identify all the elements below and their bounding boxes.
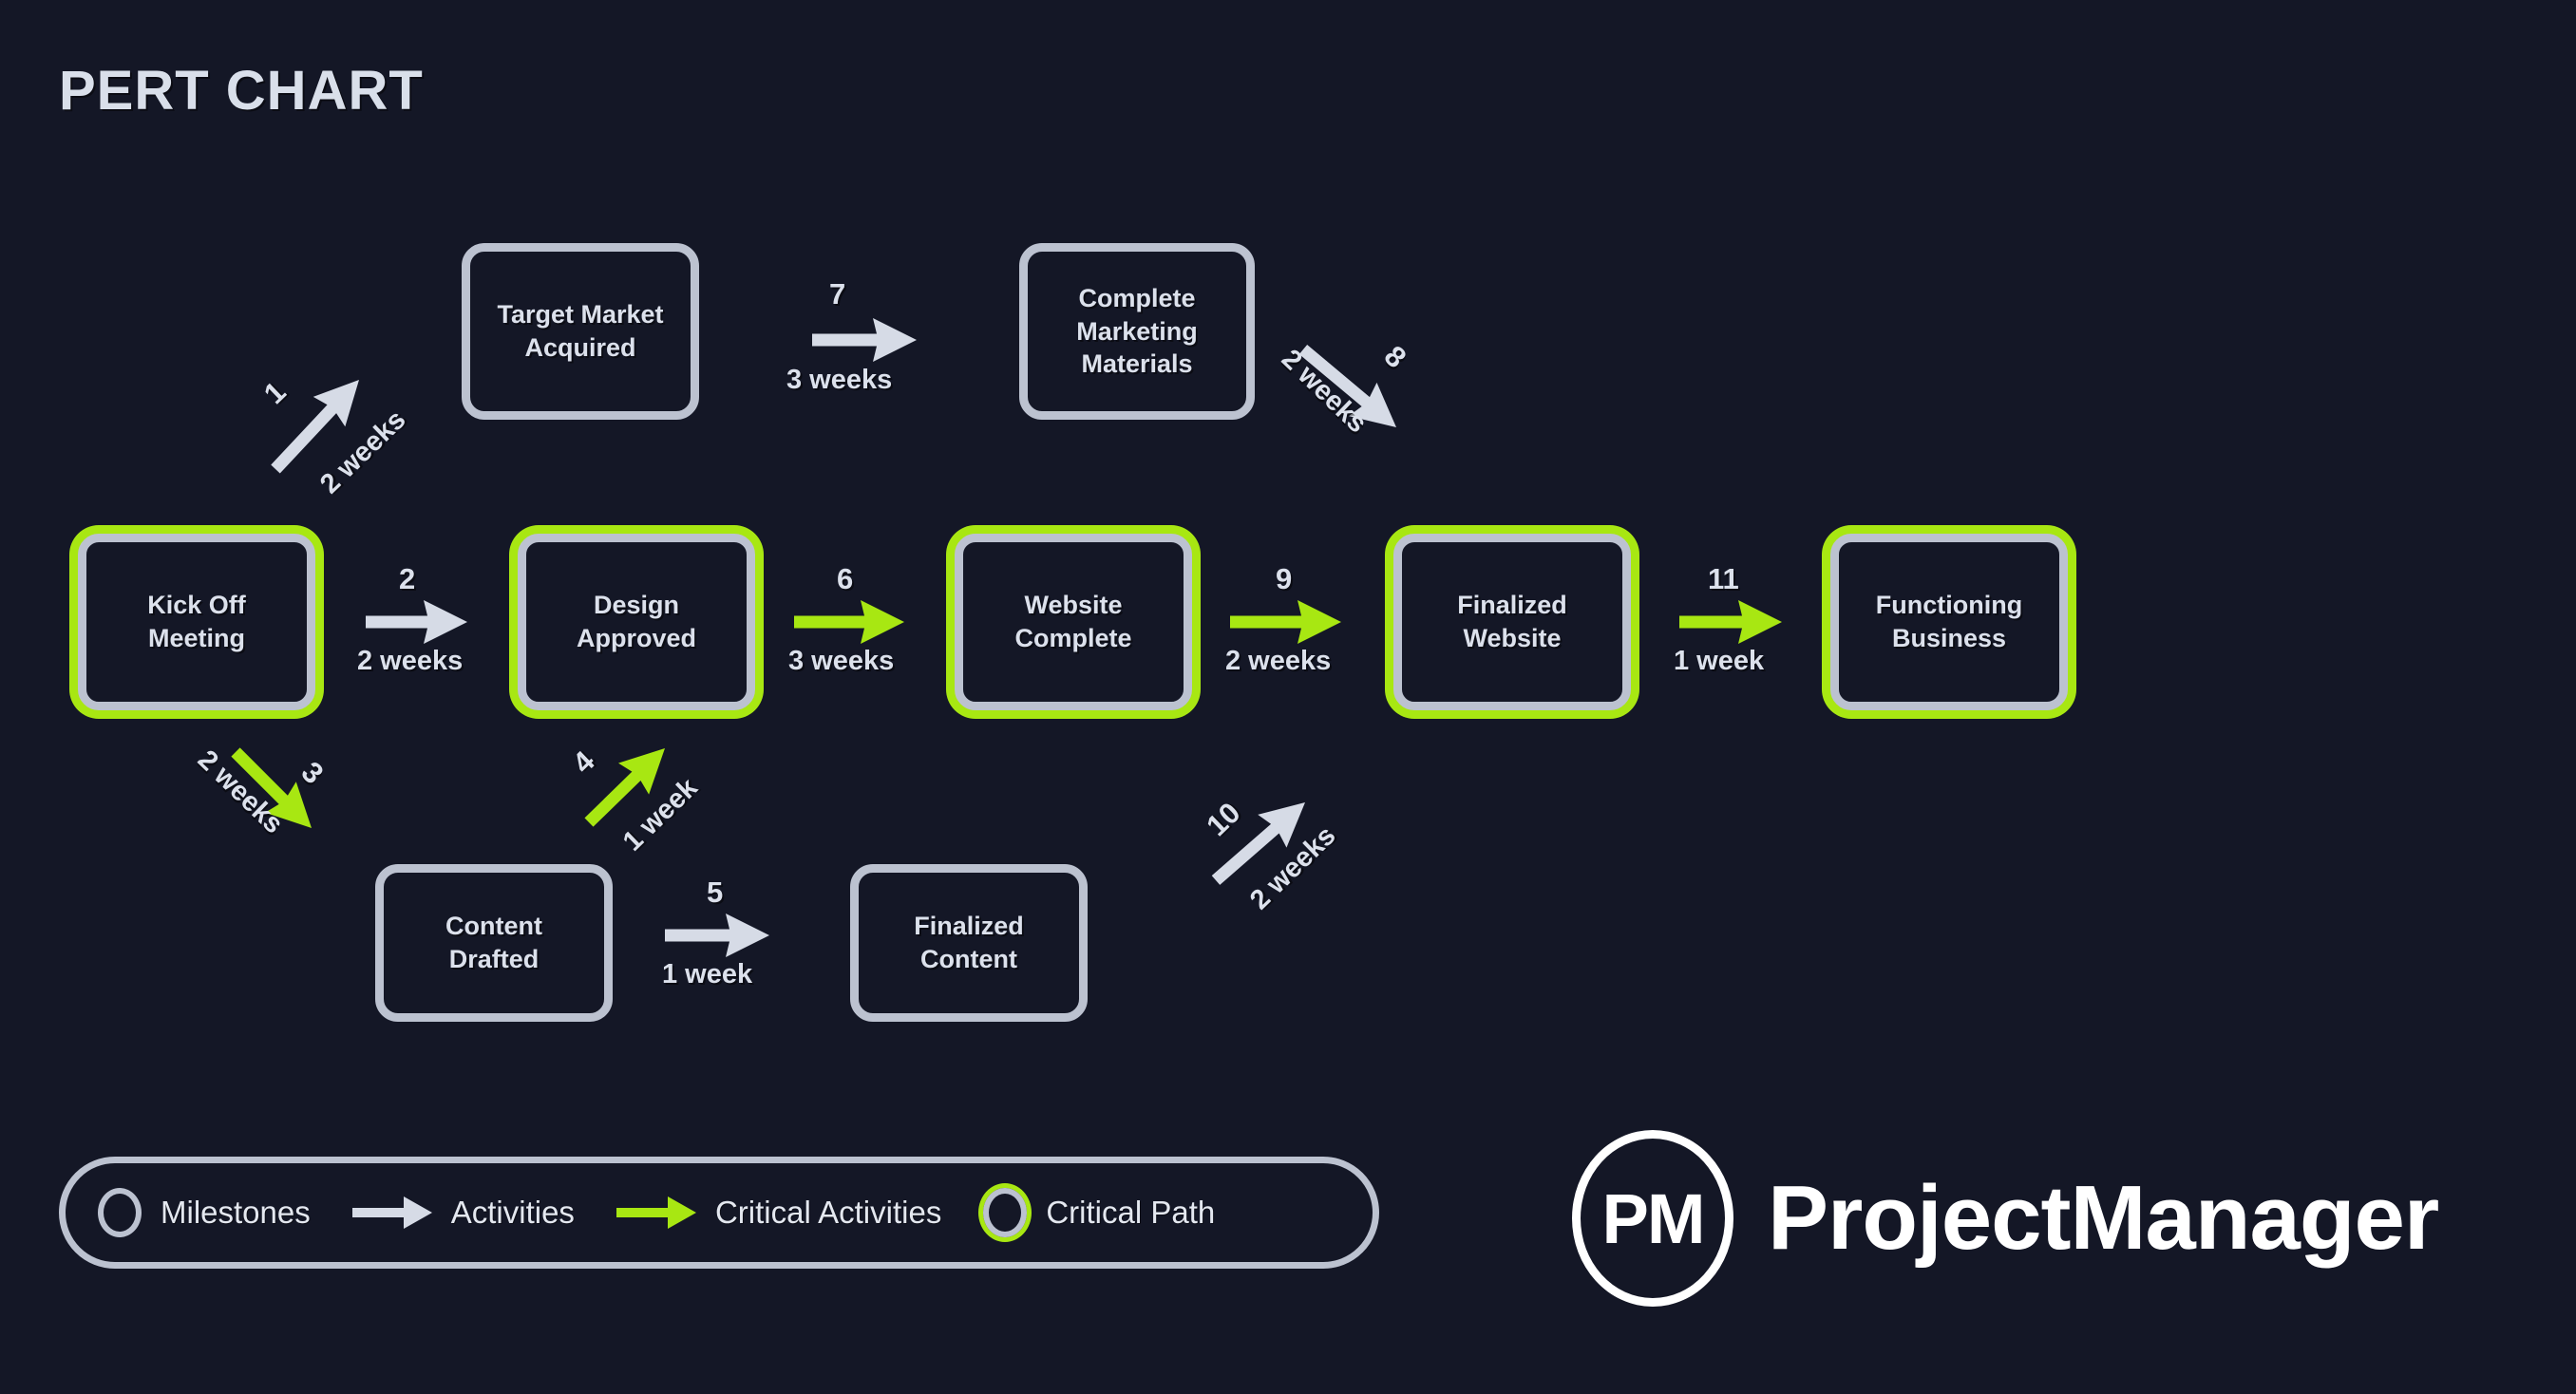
node-label: Finalized Content xyxy=(914,912,1024,973)
node-label: Finalized Website xyxy=(1457,591,1567,652)
arrow-duration-a8: 2 weeks xyxy=(1275,343,1373,440)
node-label: Kick Off Meeting xyxy=(147,591,246,652)
node-finalized-content[interactable]: Finalized Content xyxy=(850,864,1088,1022)
arrow-a6 xyxy=(794,600,904,644)
node-complete-marketing[interactable]: Complete Marketing Materials xyxy=(1019,243,1255,420)
arrow-number-a5: 5 xyxy=(707,876,724,909)
circle-outline-green-icon xyxy=(983,1188,1028,1237)
legend-label-milestones: Milestones xyxy=(161,1195,311,1230)
node-website-complete[interactable]: Website Complete xyxy=(955,534,1192,710)
node-label: Website Complete xyxy=(1014,591,1132,652)
arrow-duration-a5: 1 week xyxy=(662,959,753,989)
legend-item-activities[interactable]: Activities xyxy=(351,1194,575,1232)
arrow-number-a11: 11 xyxy=(1708,562,1739,595)
legend-label-critical-activities: Critical Activities xyxy=(714,1195,942,1230)
projectmanager-logo[interactable]: PM ProjectManager xyxy=(1572,1130,2439,1307)
arrow-duration-a10: 2 weeks xyxy=(1244,819,1342,916)
page-title: PERT CHART xyxy=(59,60,424,122)
node-kick-off-meeting[interactable]: Kick Off Meeting xyxy=(78,534,315,710)
arrow-right-icon xyxy=(351,1196,432,1229)
arrow-duration-a9: 2 weeks xyxy=(1225,646,1332,676)
arrow-right-green-icon xyxy=(616,1196,696,1229)
node-label: Complete Marketing Materials xyxy=(1076,284,1198,379)
node-functioning-business[interactable]: Functioning Business xyxy=(1830,534,2068,710)
legend-item-critical-path[interactable]: Critical Path xyxy=(983,1188,1215,1237)
node-label: Content Drafted xyxy=(445,912,542,973)
arrow-duration-a4: 1 week xyxy=(616,772,704,857)
arrow-number-a2: 2 xyxy=(399,562,416,595)
legend-label-activities: Activities xyxy=(450,1195,575,1230)
arrow-number-a3: 3 xyxy=(294,755,331,791)
arrow-duration-a6: 3 weeks xyxy=(788,646,895,676)
arrow-duration-a2: 2 weeks xyxy=(357,646,464,676)
arrow-a5 xyxy=(665,914,769,957)
arrow-number-a6: 6 xyxy=(837,562,854,595)
circle-outline-icon xyxy=(98,1188,142,1237)
arrow-a9 xyxy=(1230,600,1341,644)
node-target-market-acquired[interactable]: Target Market Acquired xyxy=(462,243,699,420)
arrow-duration-a11: 1 week xyxy=(1674,646,1765,676)
legend: Milestones Activities Critical Activitie… xyxy=(59,1157,1379,1269)
node-label: Target Market Acquired xyxy=(497,300,664,362)
node-label: Functioning Business xyxy=(1875,591,2023,652)
arrow-a2 xyxy=(366,600,467,644)
node-content-drafted[interactable]: Content Drafted xyxy=(375,864,613,1022)
node-label: Design Approved xyxy=(576,591,696,652)
arrow-number-a8: 8 xyxy=(1377,339,1413,375)
arrow-duration-a1: 2 weeks xyxy=(314,404,412,500)
arrow-number-a4: 4 xyxy=(565,744,601,781)
legend-label-critical-path: Critical Path xyxy=(1046,1195,1216,1230)
pm-mark-icon: PM xyxy=(1572,1130,1733,1307)
legend-item-critical-activities[interactable]: Critical Activities xyxy=(616,1194,941,1232)
arrow-a11 xyxy=(1679,600,1782,644)
logo-wordmark: ProjectManager xyxy=(1768,1167,2439,1269)
arrow-number-a10: 10 xyxy=(1200,796,1247,843)
node-finalized-website[interactable]: Finalized Website xyxy=(1393,534,1631,710)
arrow-number-a9: 9 xyxy=(1276,562,1293,595)
arrow-duration-a7: 3 weeks xyxy=(786,365,893,395)
legend-item-milestones[interactable]: Milestones xyxy=(98,1188,311,1237)
arrow-number-a7: 7 xyxy=(829,277,846,311)
pert-chart-canvas: PERT CHART Target Market Acquired Complet… xyxy=(0,0,2576,1394)
arrow-a7 xyxy=(812,318,917,362)
arrow-number-a1: 1 xyxy=(256,375,293,411)
node-design-approved[interactable]: Design Approved xyxy=(518,534,755,710)
arrow-duration-a3: 2 weeks xyxy=(191,744,290,840)
